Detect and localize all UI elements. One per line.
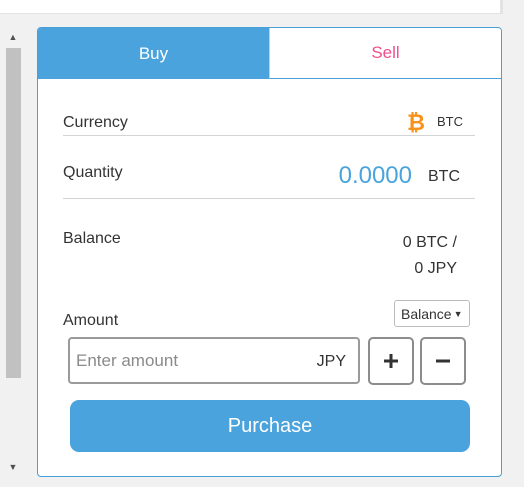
bitcoin-icon: ₿ [407, 111, 425, 134]
vertical-scrollbar[interactable]: ▲ ▼ [2, 28, 24, 476]
amount-label: Amount [63, 312, 119, 329]
amount-field[interactable]: JPY [68, 337, 360, 384]
currency-code: BTC [437, 114, 463, 129]
scroll-thumb[interactable] [6, 48, 21, 378]
scroll-down-icon[interactable]: ▼ [2, 458, 24, 476]
quantity-value: 0.0000 [338, 162, 412, 189]
tab-buy[interactable]: Buy [38, 28, 269, 79]
currency-label: Currency [63, 114, 128, 131]
top-strip-edge [500, 0, 503, 14]
quantity-unit: BTC [428, 168, 460, 185]
quantity-label: Quantity [63, 164, 123, 181]
divider [63, 135, 475, 136]
tab-sell[interactable]: Sell [269, 28, 501, 79]
plus-icon [384, 354, 398, 368]
balance-btc: 0 BTC / [402, 234, 457, 251]
trade-page: ▲ ▼ Buy Sell Currency ₿ BTC Quantity 0.0… [0, 0, 524, 487]
decrement-button[interactable] [420, 337, 466, 385]
balance-label: Balance [63, 230, 121, 247]
caret-down-icon: ▼ [453, 308, 463, 319]
amount-unit: JPY [316, 353, 346, 370]
purchase-button[interactable]: Purchase [70, 400, 470, 452]
divider [63, 198, 475, 199]
balance-selector-label: Balance [401, 305, 452, 322]
scroll-up-icon[interactable]: ▲ [2, 28, 24, 46]
increment-button[interactable] [368, 337, 414, 385]
balance-selector[interactable]: Balance ▼ [394, 300, 470, 327]
top-strip [0, 0, 500, 14]
amount-input[interactable] [76, 347, 306, 375]
balance-jpy: 0 JPY [414, 260, 457, 277]
minus-icon [436, 359, 450, 363]
trade-panel: Buy Sell Currency ₿ BTC Quantity 0.0000 … [37, 27, 502, 477]
trade-tabs: Buy Sell [38, 28, 501, 79]
svg-text:₿: ₿ [407, 111, 425, 134]
